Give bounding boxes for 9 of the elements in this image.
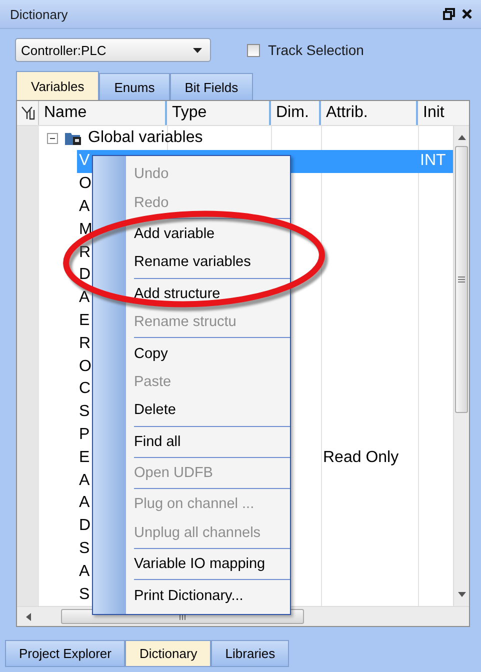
table-cell-text: S (78, 540, 90, 558)
table-cell-text: D (78, 266, 91, 284)
table-cell: Read Only (323, 448, 399, 467)
table-cell-text: O (78, 358, 92, 376)
window-title: Dictionary (10, 6, 69, 22)
table-cell: INT (420, 152, 446, 170)
checkbox-label: Track Selection (268, 42, 364, 58)
table-cell-text: V (78, 152, 90, 170)
table-cell-text: E (78, 448, 90, 467)
